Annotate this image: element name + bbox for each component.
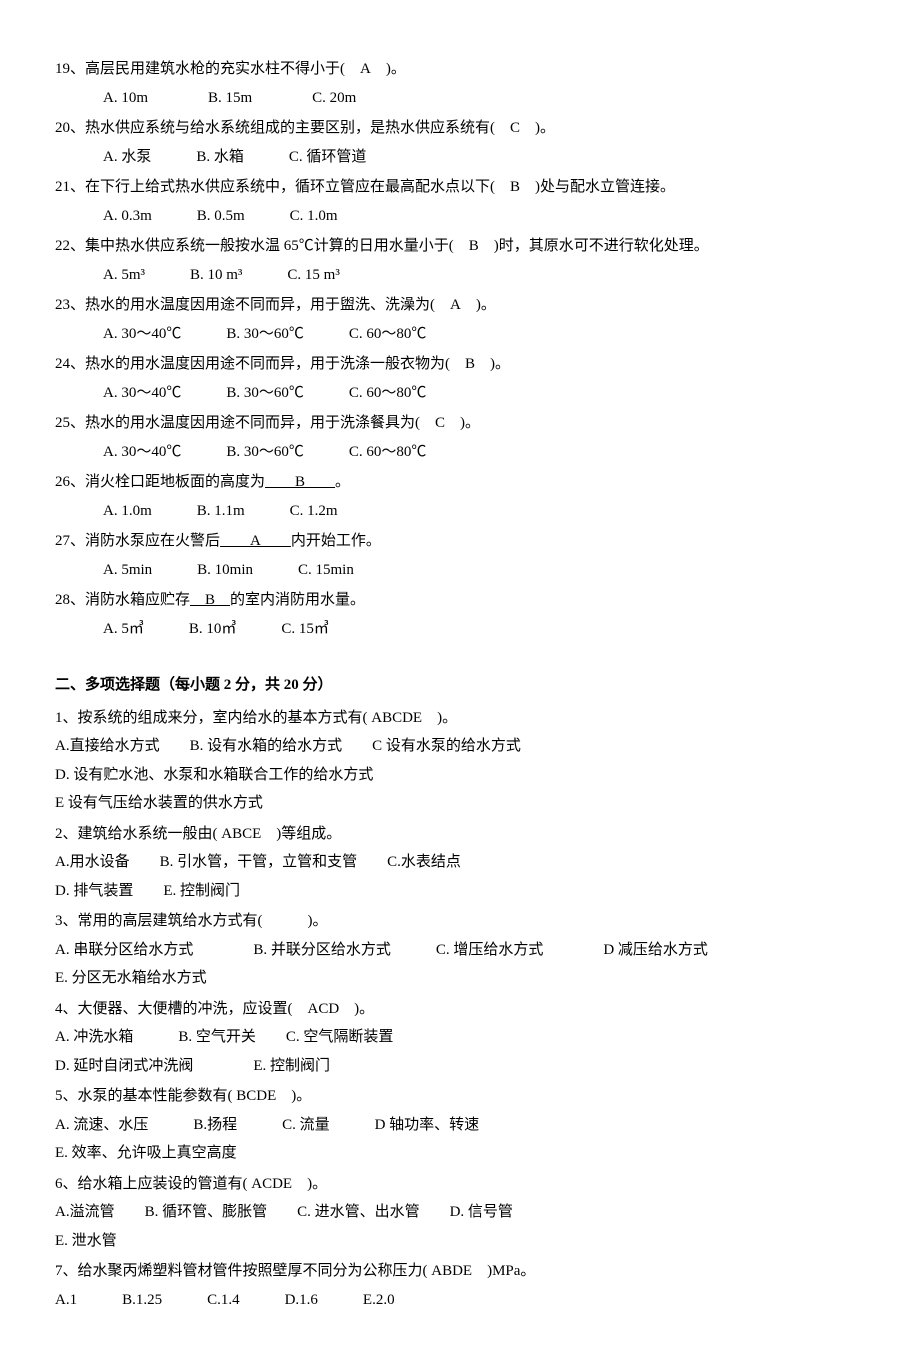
question-text: 21、在下行上给式热水供应系统中，循环立管应在最高配水点以下( B )处与配水立…	[55, 173, 865, 202]
line: A.直接给水方式 B. 设有水箱的给水方式 C 设有水泵的给水方式	[55, 732, 865, 761]
line: E. 效率、允许吸上真空高度	[55, 1139, 865, 1168]
question-options: A. 10m B. 15m C. 20m	[55, 90, 356, 106]
line: 6、给水箱上应装设的管道有( ACDE )。	[55, 1170, 865, 1199]
question-text: 25、热水的用水温度因用途不同而异，用于洗涤餐具为( C )。	[55, 409, 865, 438]
line: D. 延时自闭式冲洗阀 E. 控制阀门	[55, 1052, 865, 1081]
question-options: A. 水泵 B. 水箱 C. 循环管道	[55, 149, 366, 165]
question-options: A. 1.0m B. 1.1m C. 1.2m	[55, 503, 338, 519]
line: A.用水设备 B. 引水管，干管，立管和支管 C.水表结点	[55, 848, 865, 877]
question-text: 19、高层民用建筑水枪的充实水柱不得小于( A )。	[55, 55, 865, 84]
question-text: 26、消火栓口距地板面的高度为 B 。	[55, 468, 865, 497]
multi-question-4: 4、大便器、大便槽的冲洗，应设置( ACD )。 A. 冲洗水箱 B. 空气开关…	[55, 995, 865, 1081]
question-text: 27、消防水泵应在火警后 A 内开始工作。	[55, 527, 865, 556]
line: 3、常用的高层建筑给水方式有( )。	[55, 907, 865, 936]
question-text: 24、热水的用水温度因用途不同而异，用于洗涤一般衣物为( B )。	[55, 350, 865, 379]
question-text: 20、热水供应系统与给水系统组成的主要区别，是热水供应系统有( C )。	[55, 114, 865, 143]
line: A.溢流管 B. 循环管、膨胀管 C. 进水管、出水管 D. 信号管	[55, 1198, 865, 1227]
question-21: 21、在下行上给式热水供应系统中，循环立管应在最高配水点以下( B )处与配水立…	[55, 173, 865, 230]
question-20: 20、热水供应系统与给水系统组成的主要区别，是热水供应系统有( C )。 A. …	[55, 114, 865, 171]
line: D. 设有贮水池、水泵和水箱联合工作的给水方式	[55, 761, 865, 790]
question-22: 22、集中热水供应系统一般按水温 65℃计算的日用水量小于( B )时，其原水可…	[55, 232, 865, 289]
question-text: 28、消防水箱应贮存 B 的室内消防用水量。	[55, 586, 865, 615]
question-25: 25、热水的用水温度因用途不同而异，用于洗涤餐具为( C )。 A. 30～40…	[55, 409, 865, 466]
question-23: 23、热水的用水温度因用途不同而异，用于盥洗、洗澡为( A )。 A. 30～4…	[55, 291, 865, 348]
line: 7、给水聚丙烯塑料管材管件按照壁厚不同分为公称压力( ABDE )MPa。	[55, 1257, 865, 1286]
line: E. 分区无水箱给水方式	[55, 964, 865, 993]
line: E. 泄水管	[55, 1227, 865, 1256]
line: A. 流速、水压 B.扬程 C. 流量 D 轴功率、转速	[55, 1111, 865, 1140]
line: 4、大便器、大便槽的冲洗，应设置( ACD )。	[55, 995, 865, 1024]
question-options: A. 0.3m B. 0.5m C. 1.0m	[55, 208, 338, 224]
multi-question-1: 1、按系统的组成来分，室内给水的基本方式有( ABCDE )。 A.直接给水方式…	[55, 704, 865, 818]
multi-question-7: 7、给水聚丙烯塑料管材管件按照壁厚不同分为公称压力( ABDE )MPa。 A.…	[55, 1257, 865, 1314]
multi-question-2: 2、建筑给水系统一般由( ABCE )等组成。 A.用水设备 B. 引水管，干管…	[55, 820, 865, 906]
section-2-header: 二、多项选择题（每小题 2 分，共 20 分）	[55, 671, 865, 700]
line: E 设有气压给水装置的供水方式	[55, 789, 865, 818]
line: 5、水泵的基本性能参数有( BCDE )。	[55, 1082, 865, 1111]
answer-blank: B	[190, 592, 230, 608]
question-27: 27、消防水泵应在火警后 A 内开始工作。 A. 5min B. 10min C…	[55, 527, 865, 584]
answer-blank: B	[265, 474, 335, 490]
multi-question-3: 3、常用的高层建筑给水方式有( )。 A. 串联分区给水方式 B. 并联分区给水…	[55, 907, 865, 993]
answer-blank: A	[220, 533, 291, 549]
multi-question-5: 5、水泵的基本性能参数有( BCDE )。 A. 流速、水压 B.扬程 C. 流…	[55, 1082, 865, 1168]
line: A. 冲洗水箱 B. 空气开关 C. 空气隔断装置	[55, 1023, 865, 1052]
question-options: A. 30～40℃ B. 30～60℃ C. 60～80℃	[55, 326, 426, 342]
question-19: 19、高层民用建筑水枪的充实水柱不得小于( A )。 A. 10m B. 15m…	[55, 55, 865, 112]
question-options: A. 5㎥ B. 10㎥ C. 15㎥	[55, 621, 329, 637]
question-options: A. 30～40℃ B. 30～60℃ C. 60～80℃	[55, 385, 426, 401]
question-text: 23、热水的用水温度因用途不同而异，用于盥洗、洗澡为( A )。	[55, 291, 865, 320]
line: D. 排气装置 E. 控制阀门	[55, 877, 865, 906]
question-options: A. 5min B. 10min C. 15min	[55, 562, 354, 578]
question-text: 22、集中热水供应系统一般按水温 65℃计算的日用水量小于( B )时，其原水可…	[55, 232, 865, 261]
line: A. 串联分区给水方式 B. 并联分区给水方式 C. 增压给水方式 D 减压给水…	[55, 936, 865, 965]
line: 1、按系统的组成来分，室内给水的基本方式有( ABCDE )。	[55, 704, 865, 733]
multi-question-6: 6、给水箱上应装设的管道有( ACDE )。 A.溢流管 B. 循环管、膨胀管 …	[55, 1170, 865, 1256]
line: 2、建筑给水系统一般由( ABCE )等组成。	[55, 820, 865, 849]
line: A.1 B.1.25 C.1.4 D.1.6 E.2.0	[55, 1286, 865, 1315]
question-26: 26、消火栓口距地板面的高度为 B 。 A. 1.0m B. 1.1m C. 1…	[55, 468, 865, 525]
question-28: 28、消防水箱应贮存 B 的室内消防用水量。 A. 5㎥ B. 10㎥ C. 1…	[55, 586, 865, 643]
question-options: A. 5m³ B. 10 m³ C. 15 m³	[55, 267, 340, 283]
question-options: A. 30～40℃ B. 30～60℃ C. 60～80℃	[55, 444, 426, 460]
question-24: 24、热水的用水温度因用途不同而异，用于洗涤一般衣物为( B )。 A. 30～…	[55, 350, 865, 407]
